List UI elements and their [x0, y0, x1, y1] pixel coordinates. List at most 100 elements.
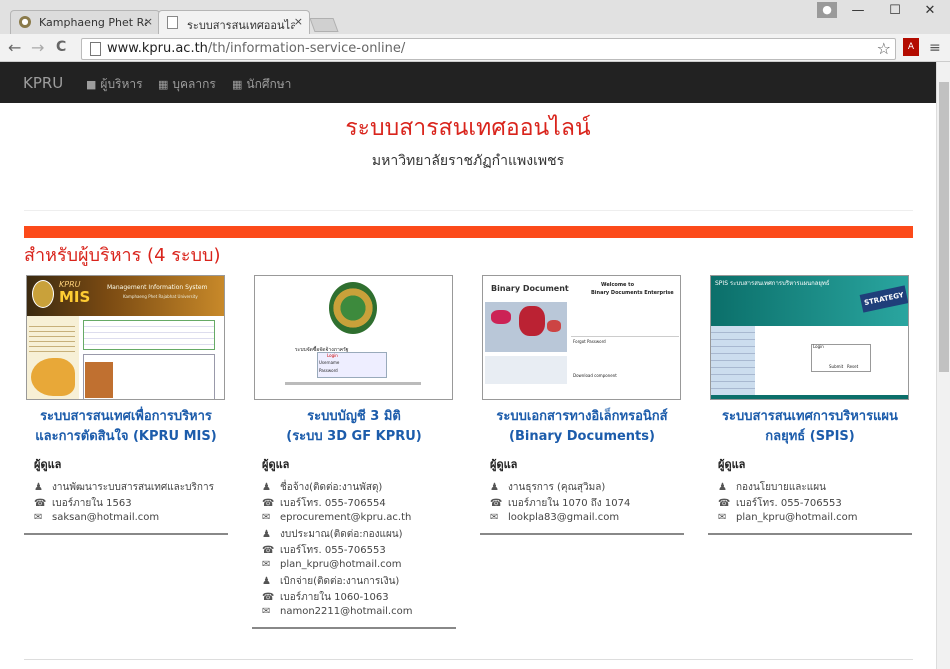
browser-menu-icon[interactable]: ≡	[929, 40, 941, 56]
browser-toolbar: ← → C www.kpru.ac.th/th/information-serv…	[0, 34, 950, 62]
site-favicon-icon: ●	[19, 16, 31, 28]
contact-row: ♟ งานธุรการ (คุณสุวิมล)	[490, 480, 605, 495]
new-tab-button[interactable]	[309, 18, 339, 32]
nav-label: บุคลากร	[172, 77, 216, 91]
mis-photo	[85, 362, 113, 398]
contact-row: ✉ saksan@hotmail.com	[34, 512, 159, 523]
contact-text: เบอร์โทร. 055-706553	[280, 545, 386, 556]
contact-heading: ผู้ดูแล	[718, 458, 746, 471]
grid-icon: ▦	[158, 78, 169, 91]
user-icon: ♟	[718, 482, 727, 493]
card-title-link[interactable]: ระบบบัญชี 3 มิติ (ระบบ 3D GF KPRU)	[252, 407, 456, 447]
binary-login-panel	[485, 356, 567, 384]
bookmark-star-icon[interactable]: ☆	[877, 39, 891, 58]
page-scrollbar[interactable]	[936, 62, 950, 669]
contact-text: เบอร์ภายใน 1563	[52, 498, 132, 509]
contact-text: เบอร์ภายใน 1070 ถึง 1074	[508, 498, 631, 509]
card-divider	[24, 533, 228, 535]
contact-heading: ผู้ดูแล	[490, 458, 518, 471]
contact-row: ✉ lookpla83@gmail.com	[490, 512, 619, 523]
binary-download: Download component	[573, 373, 617, 378]
contact-text: ชื่อจ้าง(ติดต่อ:งานพัสดุ)	[280, 482, 383, 493]
nav-personnel[interactable]: ▦ บุคลากร	[158, 75, 216, 94]
envelope-icon: ✉	[718, 512, 727, 523]
browser-chrome: ● Kamphaeng Phet Rajabha × ระบบสารสนเทศอ…	[0, 0, 950, 62]
contact-row: ♟ ชื่อจ้าง(ติดต่อ:งานพัสดุ)	[262, 480, 382, 495]
binary-divider	[571, 336, 679, 337]
tab-kamphaeng[interactable]: ● Kamphaeng Phet Rajabha ×	[10, 10, 160, 34]
back-arrow-icon[interactable]: ←	[8, 38, 21, 57]
contact-row: ♟ กองนโยบายและแผน	[718, 480, 826, 495]
navbar-brand[interactable]: KPRU	[23, 74, 63, 92]
gf-login-label: Login	[327, 353, 338, 358]
divider	[24, 210, 913, 211]
card-title-link[interactable]: ระบบเอกสารทางอิเล็กทรอนิกส์ (Binary Docum…	[480, 407, 684, 447]
nav-label: นักศึกษา	[246, 77, 292, 91]
card-title-link[interactable]: ระบบสารสนเทศเพื่อการบริหาร และการตัดสินใจ…	[24, 407, 228, 447]
reload-icon[interactable]: C	[56, 39, 66, 55]
contact-text: งานพัฒนาระบบสารสนเทศและบริการ	[52, 482, 214, 493]
binary-logo: Binary Document	[491, 284, 569, 293]
envelope-icon: ✉	[262, 606, 271, 617]
pdf-extension-icon[interactable]: A	[903, 38, 919, 56]
contact-text: กองนโยบายและแผน	[736, 482, 826, 493]
card-title-line1: ระบบบัญชี 3 มิติ	[307, 409, 401, 424]
phone-icon: ☎	[262, 545, 275, 556]
kpru-mis-screenshot[interactable]: KPRU MIS Management Information System K…	[26, 275, 225, 400]
url-host: www.kpru.ac.th	[107, 41, 208, 56]
binary-product: Binary Documents Enterprise	[591, 290, 674, 296]
user-icon: ♟	[262, 482, 271, 493]
phone-icon: ☎	[262, 498, 275, 509]
page-viewport: KPRU ■ ผู้บริหาร ▦ บุคลากร ▦ นักศึกษา ระบบส…	[0, 62, 936, 669]
page-subtitle: มหาวิทยาลัยราชภัฏกำแพงเพชร	[371, 153, 565, 169]
tab-close-icon[interactable]: ×	[294, 15, 303, 28]
phone-icon: ☎	[262, 592, 275, 603]
card-title-link[interactable]: ระบบสารสนเทศการบริหารแผน กลยุทธ์ (SPIS)	[708, 407, 912, 447]
contact-text: plan_kpru@hotmail.com	[280, 559, 402, 570]
tab-information-service[interactable]: ระบบสารสนเทศออนไลน์ - มหา ×	[158, 10, 310, 34]
card-title-line1: ระบบสารสนเทศเพื่อการบริหาร	[40, 409, 212, 424]
page-favicon-icon	[167, 16, 178, 29]
nav-executives[interactable]: ■ ผู้บริหาร	[86, 75, 143, 94]
contact-row: ♟ งบประมาณ(ติดต่อ:กองแผน)	[262, 527, 403, 542]
gf-footer-line	[285, 382, 421, 385]
site-navbar: KPRU ■ ผู้บริหาร ▦ บุคลากร ▦ นักศึกษา	[0, 62, 936, 103]
contact-row: ✉ namon2211@hotmail.com	[262, 606, 412, 617]
mis-header-text: Management Information System	[107, 284, 208, 291]
profile-icon[interactable]: ●	[817, 2, 837, 18]
binary-documents-screenshot[interactable]: Binary Document Welcome to Binary Docume…	[482, 275, 681, 400]
envelope-icon: ✉	[262, 512, 271, 523]
address-bar[interactable]: www.kpru.ac.th/th/information-service-on…	[81, 38, 896, 60]
nav-students[interactable]: ▦ นักศึกษา	[232, 75, 291, 94]
tab-close-icon[interactable]: ×	[144, 15, 153, 28]
mis-header-sub: Kamphaeng Phet Rajabhat University	[123, 294, 198, 299]
binary-forgot: Forgot Password	[573, 339, 606, 344]
spis-title: SPIS ระบบสารสนเทศการบริหารแผนกลยุทธ์	[715, 280, 830, 287]
user-icon: ♟	[490, 482, 499, 493]
phone-icon: ☎	[34, 498, 47, 509]
map-region	[547, 320, 561, 332]
contact-row: ✉ plan_kpru@hotmail.com	[718, 512, 858, 523]
contact-row: ☎ เบอร์ภายใน 1563	[34, 496, 132, 511]
tab-strip: ● Kamphaeng Phet Rajabha × ระบบสารสนเทศอ…	[0, 0, 950, 34]
envelope-icon: ✉	[262, 559, 271, 570]
spis-screenshot[interactable]: SPIS ระบบสารสนเทศการบริหารแผนกลยุทธ์ STR…	[710, 275, 909, 400]
gf-login-screenshot[interactable]: ระบบจัดซื้อจัดจ้างภาครัฐ Login Username …	[254, 275, 453, 400]
section-title: สำหรับผู้บริหาร (4 ระบบ)	[24, 245, 221, 266]
contact-text: งานธุรการ (คุณสุวิมล)	[508, 482, 606, 493]
contact-text: namon2211@hotmail.com	[280, 606, 413, 617]
minimize-button[interactable]: —	[842, 0, 874, 22]
user-icon: ♟	[262, 576, 271, 587]
contact-text: saksan@hotmail.com	[52, 512, 160, 523]
contact-row: ☎ เบอร์โทร. 055-706553	[262, 543, 386, 558]
scrollbar-thumb[interactable]	[939, 82, 949, 372]
contact-text: eprocurement@kpru.ac.th	[280, 512, 412, 523]
contact-row: ♟ เบิกจ่าย(ติดต่อ:งานการเงิน)	[262, 574, 399, 589]
envelope-icon: ✉	[34, 512, 43, 523]
forward-arrow-icon[interactable]: →	[31, 38, 44, 57]
card-title-line2: กลยุทธ์ (SPIS)	[765, 429, 855, 444]
close-window-button[interactable]: ✕	[914, 0, 946, 22]
tab-title: ระบบสารสนเทศออนไลน์ - มหา	[187, 19, 295, 32]
contact-row: ☎ เบอร์ภายใน 1060-1063	[262, 590, 389, 605]
maximize-button[interactable]: ☐	[879, 0, 911, 22]
